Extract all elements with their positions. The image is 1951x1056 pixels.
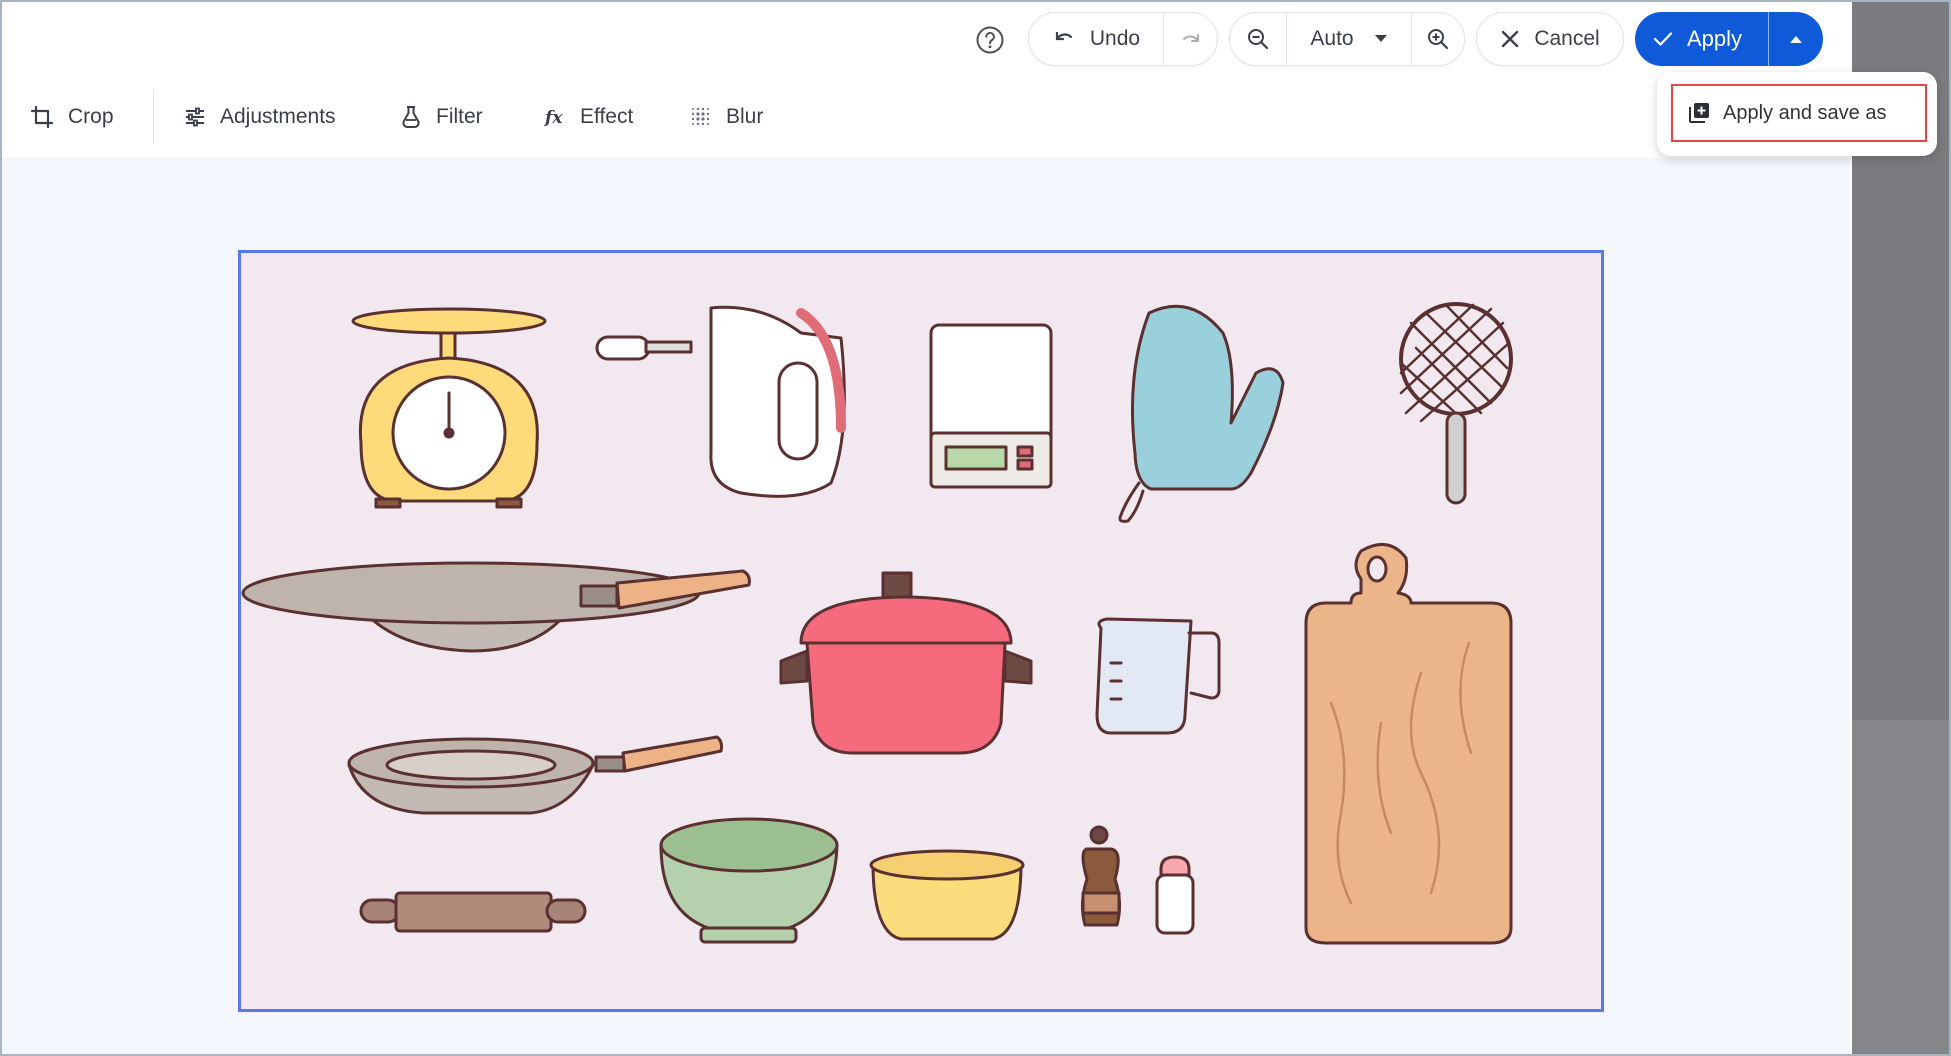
cancel-button[interactable]: Cancel — [1476, 12, 1624, 66]
blur-icon — [691, 107, 710, 126]
apply-and-save-as-item[interactable]: Apply and save as — [1671, 84, 1927, 142]
frying-pan-illustration — [241, 561, 751, 653]
zoom-in-icon — [1428, 29, 1449, 50]
tool-label: Blur — [726, 105, 764, 128]
zoom-level-select[interactable]: Auto — [1287, 13, 1411, 65]
kitchen-scale-illustration — [351, 307, 547, 509]
pepper-mill-illustration — [1080, 825, 1122, 927]
svg-text:fx: fx — [544, 108, 563, 128]
apply-options-menu: Apply and save as — [1657, 72, 1937, 156]
tool-effect[interactable]: fx Effect — [544, 100, 633, 134]
kitchen-utensils-illustration — [241, 302, 1513, 945]
tools-bar: Crop Adjustments Filter fx Effect Blur — [0, 86, 1852, 150]
zoom-group: Auto — [1229, 12, 1465, 66]
tool-blur[interactable]: Blur — [690, 100, 763, 134]
fx-icon: fx — [544, 108, 563, 128]
zoom-out-icon — [1248, 29, 1269, 50]
question-circle-icon[interactable] — [974, 24, 1006, 56]
check-icon — [1653, 32, 1673, 46]
apply-split-button: Apply — [1635, 12, 1823, 66]
sliders-icon — [186, 107, 204, 127]
tool-filter[interactable]: Filter — [400, 100, 483, 134]
crop-icon — [30, 105, 54, 129]
tool-label: Crop — [68, 105, 114, 128]
side-overlay — [1852, 0, 1951, 1056]
overlay-shade — [1852, 720, 1951, 1056]
copy-add-icon — [1689, 103, 1709, 123]
filter-flask-icon — [402, 106, 420, 129]
divider — [153, 90, 154, 144]
zoom-out-button[interactable] — [1230, 13, 1286, 65]
zoom-in-button[interactable] — [1412, 13, 1464, 65]
strainer-illustration — [1399, 302, 1513, 505]
image-editor: Undo Auto Cancel Apply Crop Adjustments … — [0, 0, 1852, 1056]
undo-button[interactable]: Undo — [1029, 13, 1163, 65]
caret-down-icon — [1374, 35, 1387, 42]
yellow-bowl-illustration — [869, 849, 1025, 941]
hand-mixer-illustration — [595, 305, 846, 498]
redo-button[interactable] — [1164, 13, 1217, 65]
top-toolbar: Undo Auto Cancel Apply — [0, 10, 1852, 66]
tool-crop[interactable]: Crop — [30, 100, 114, 134]
salt-shaker-illustration — [1155, 855, 1195, 935]
undo-icon — [1055, 31, 1072, 41]
undo-redo-group: Undo — [1028, 12, 1218, 66]
measuring-jug-illustration — [1095, 617, 1221, 735]
zoom-value: Auto — [1310, 27, 1354, 50]
green-bowl-illustration — [659, 817, 839, 944]
redo-icon — [1182, 34, 1199, 42]
cutting-board-illustration — [1304, 542, 1513, 945]
menu-item-label: Apply and save as — [1723, 101, 1887, 124]
tool-label: Filter — [436, 105, 483, 128]
tool-label: Effect — [580, 105, 634, 128]
tool-label: Adjustments — [220, 105, 336, 128]
image-preview[interactable] — [238, 250, 1604, 1012]
apply-button[interactable]: Apply — [1635, 12, 1768, 66]
close-icon — [1502, 30, 1519, 48]
rolling-pin-illustration — [359, 891, 587, 933]
apply-label: Apply — [1687, 26, 1743, 51]
editor-canvas — [2, 158, 1850, 1054]
oven-mitt-illustration — [1118, 304, 1285, 523]
apply-menu-toggle[interactable] — [1769, 12, 1823, 66]
caret-up-icon — [1790, 36, 1802, 43]
cancel-label: Cancel — [1534, 27, 1600, 50]
small-pan-illustration — [347, 735, 723, 815]
cooking-pot-illustration — [779, 571, 1033, 755]
digital-scale-illustration — [929, 323, 1053, 489]
undo-label: Undo — [1089, 27, 1141, 50]
tool-adjustments[interactable]: Adjustments — [184, 100, 336, 134]
